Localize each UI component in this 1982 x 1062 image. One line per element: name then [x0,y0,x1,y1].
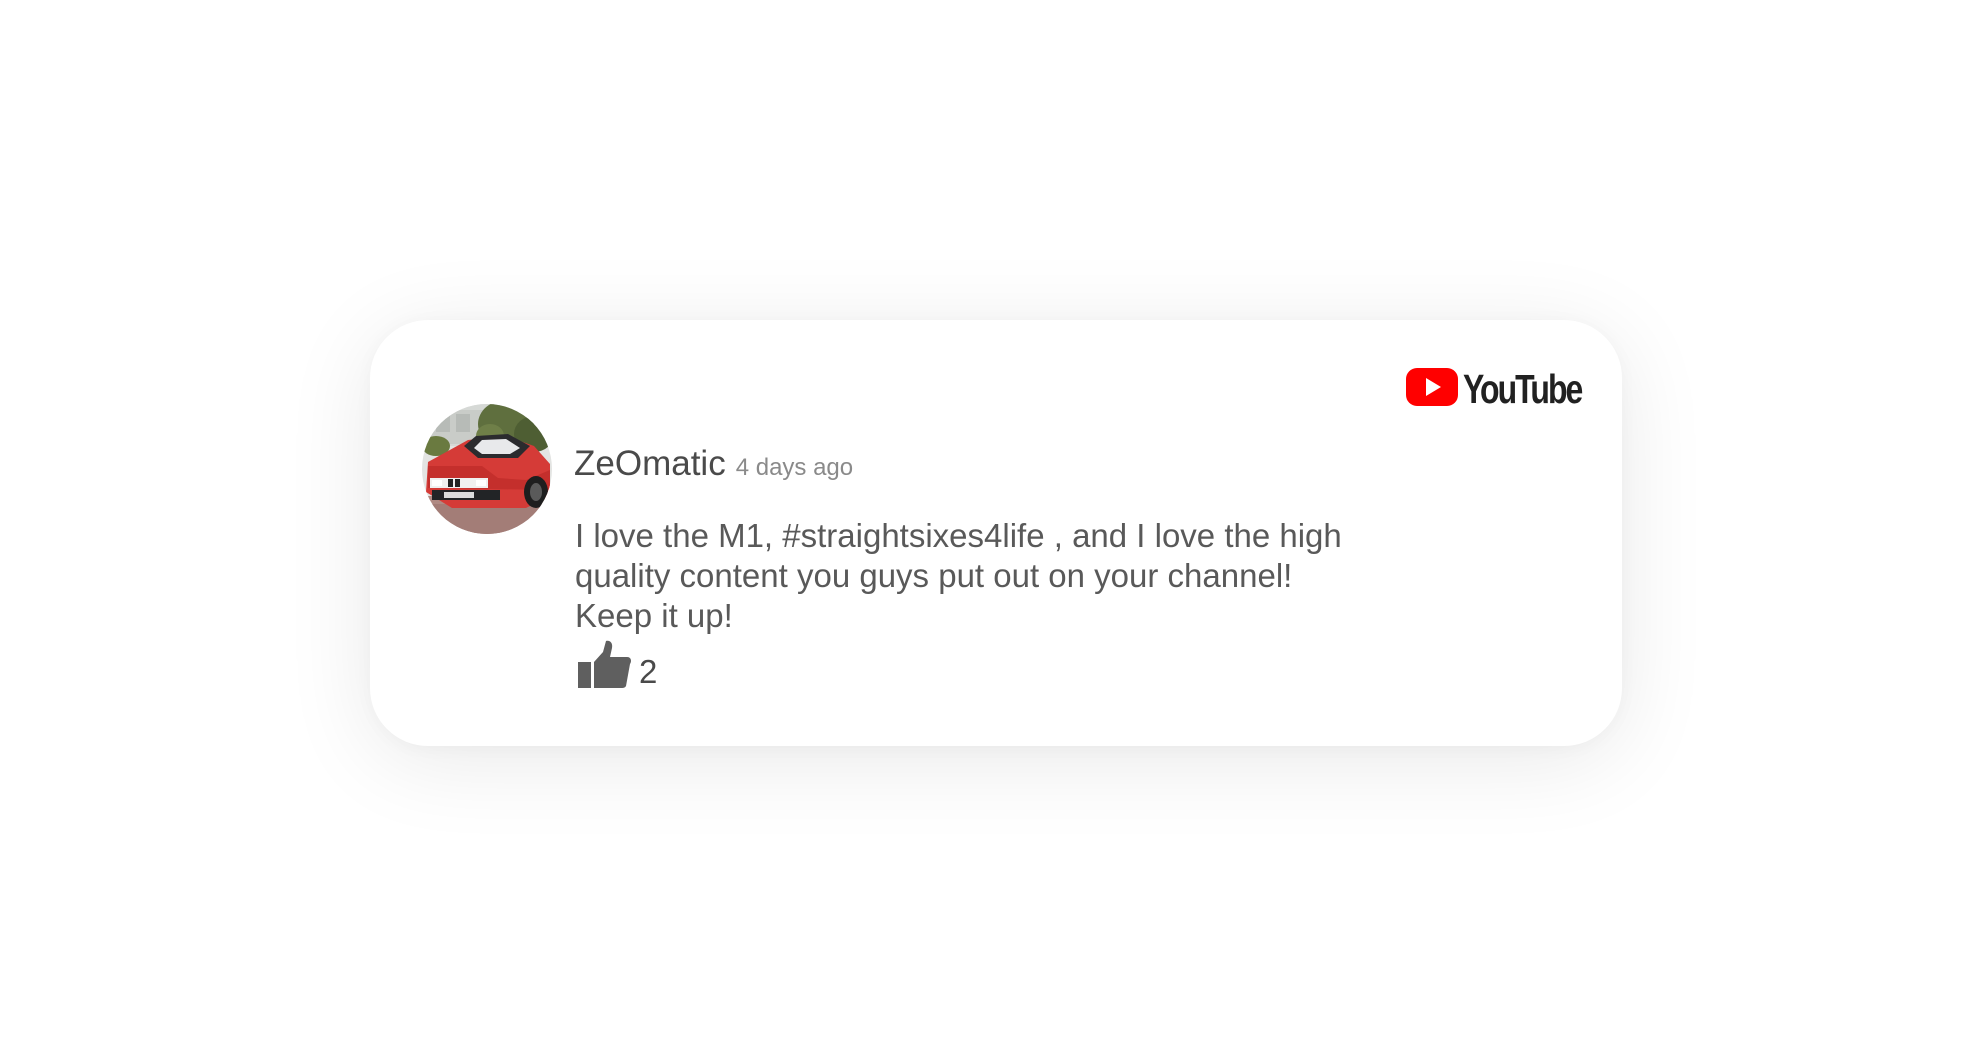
youtube-play-icon [1406,367,1458,411]
youtube-wordmark: YouTube [1463,365,1583,412]
like-section: 2 [576,640,657,695]
comment-text: I love the M1, #straightsixes4life , and… [575,516,1395,636]
comment-text-line: quality content you guys put out on your… [575,557,1293,594]
comment-card: YouTube ZeOmatic 4 days ago I love the M… [370,320,1622,746]
comment-text-line: Keep it up! [575,597,733,634]
thumbs-up-icon[interactable] [576,640,632,695]
youtube-logo[interactable]: YouTube [1406,364,1615,414]
avatar[interactable] [422,404,552,534]
author-name[interactable]: ZeOmatic [574,444,726,484]
comment-timestamp[interactable]: 4 days ago [736,454,853,482]
comment-text-line: I love the M1, #straightsixes4life , and… [575,517,1342,554]
comment-header: ZeOmatic 4 days ago [574,444,853,484]
like-count: 2 [639,652,658,690]
